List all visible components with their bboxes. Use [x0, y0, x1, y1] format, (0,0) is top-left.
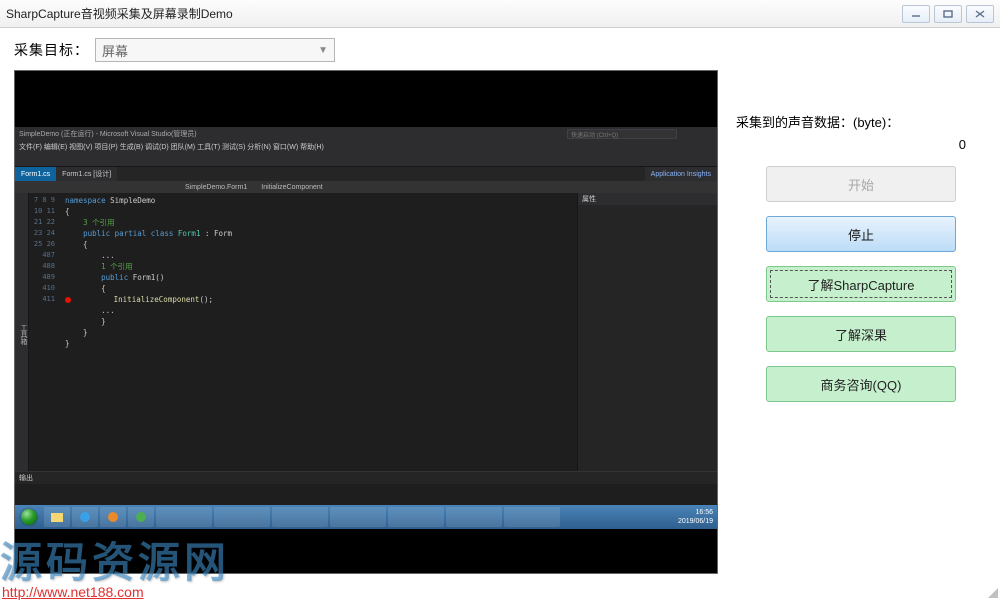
- audio-bytes-value: 0: [959, 137, 966, 152]
- vs-right-panel: 属性: [577, 193, 717, 471]
- clock-time: 16:56: [678, 508, 713, 517]
- vs-menu: 文件(F) 编辑(E) 视图(V) 项目(P) 生成(B) 调试(D) 团队(M…: [15, 141, 717, 153]
- breakpoint-icon: [65, 297, 71, 303]
- maximize-button[interactable]: [934, 5, 962, 23]
- window-controls: [902, 5, 994, 23]
- taskbar-running-app: [156, 507, 212, 527]
- chrome-icon: [135, 511, 147, 523]
- taskbar-running-app: [272, 507, 328, 527]
- vs-code: namespace SimpleDemo { 3 个引用 public part…: [59, 193, 577, 471]
- vs-context-class: SimpleDemo.Form1: [185, 184, 247, 191]
- vs-toolbar: [15, 153, 717, 167]
- captured-screen-vs: SimpleDemo (正在运行) - Microsoft Visual Stu…: [15, 127, 717, 525]
- about-shenguo-button[interactable]: 了解深果: [766, 316, 956, 352]
- clock-date: 2019/06/19: [678, 517, 713, 526]
- vs-toolbox: 工具箱: [15, 193, 29, 471]
- vs-right-header: 属性: [578, 193, 717, 205]
- vs-tabs: Form1.cs Form1.cs [设计] Application Insig…: [15, 167, 717, 181]
- captured-taskbar: 16:56 2019/06/19: [15, 505, 717, 529]
- media-icon: [107, 511, 119, 523]
- titlebar: SharpCapture音视频采集及屏幕录制Demo: [0, 0, 1000, 28]
- minimize-button[interactable]: [902, 5, 930, 23]
- taskbar-item: [44, 507, 70, 527]
- window-title: SharpCapture音视频采集及屏幕录制Demo: [6, 5, 902, 22]
- vs-editor: 7 8 9 10 11 21 22 23 24 25 26 487 488 48…: [29, 193, 577, 471]
- vs-navbar: SimpleDemo.Form1 InitializeComponent: [15, 181, 717, 193]
- chevron-down-icon: ▼: [318, 45, 328, 56]
- vs-tab-active: Form1.cs: [15, 167, 56, 181]
- ie-icon: [79, 511, 91, 523]
- client-area: 采集目标： 屏幕 ▼ SimpleDemo (正在运行) - Microsoft…: [0, 28, 1000, 600]
- stop-button[interactable]: 停止: [766, 216, 956, 252]
- vs-quick-launch: 快速启动 (Ctrl+Q): [567, 129, 677, 139]
- explorer-icon: [51, 511, 63, 523]
- main-row: SimpleDemo (正在运行) - Microsoft Visual Stu…: [14, 70, 986, 592]
- vs-output-tab: 输出: [15, 472, 37, 484]
- about-sharpcapture-button[interactable]: 了解SharpCapture: [766, 266, 956, 302]
- side-panel: 采集到的声音数据：(byte)： 0 开始 停止 了解SharpCapture …: [736, 70, 986, 592]
- taskbar-item: [100, 507, 126, 527]
- windows-logo-icon: [21, 509, 37, 525]
- vs-context-member: InitializeComponent: [261, 184, 322, 191]
- close-button[interactable]: [966, 5, 994, 23]
- target-combo[interactable]: 屏幕 ▼: [95, 38, 335, 62]
- vs-gutter: 7 8 9 10 11 21 22 23 24 25 26 487 488 48…: [29, 193, 59, 471]
- taskbar-clock: 16:56 2019/06/19: [678, 508, 717, 526]
- taskbar-running-app: [214, 507, 270, 527]
- target-row: 采集目标： 屏幕 ▼: [14, 38, 986, 62]
- vs-titlebar: SimpleDemo (正在运行) - Microsoft Visual Stu…: [15, 127, 717, 141]
- preview-pane: SimpleDemo (正在运行) - Microsoft Visual Stu…: [14, 70, 718, 574]
- taskbar-item: [72, 507, 98, 527]
- vs-tab-inactive: Form1.cs [设计]: [56, 167, 117, 181]
- vs-app-insights: Application Insights: [645, 167, 717, 181]
- vs-bottom-tabs: 输出: [15, 472, 717, 484]
- audio-bytes-label: 采集到的声音数据：(byte)：: [736, 112, 899, 131]
- vs-title-text: SimpleDemo (正在运行) - Microsoft Visual Stu…: [19, 129, 197, 139]
- start-button: 开始: [766, 166, 956, 202]
- taskbar-running-app: [446, 507, 502, 527]
- taskbar-item: [128, 507, 154, 527]
- resize-grip[interactable]: [986, 586, 998, 598]
- taskbar-running-app: [330, 507, 386, 527]
- vs-body: 工具箱 7 8 9 10 11 21 22 23 24 25 26 487 48…: [15, 193, 717, 471]
- taskbar-running-app: [504, 507, 560, 527]
- biz-qq-button[interactable]: 商务咨询(QQ): [766, 366, 956, 402]
- start-button: [15, 505, 43, 529]
- taskbar-running-app: [388, 507, 444, 527]
- target-selected: 屏幕: [102, 41, 318, 60]
- target-label: 采集目标：: [14, 40, 89, 60]
